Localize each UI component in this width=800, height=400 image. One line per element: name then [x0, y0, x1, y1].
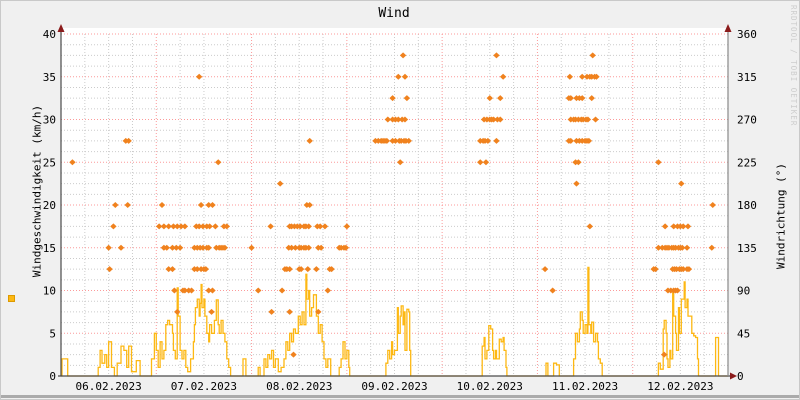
left-axis-ticks: 0 5 10 15 20 25 30 35 40 — [43, 28, 56, 383]
x-axis-labels: 06.02.2023 07.02.2023 08.02.2023 09.02.2023… — [76, 380, 714, 393]
svg-text:270: 270 — [737, 114, 757, 127]
svg-text:0: 0 — [49, 370, 56, 383]
svg-text:11.02.2023: 11.02.2023 — [552, 380, 618, 393]
wind-chart-canvas: 0510152025303540045901351802252703153600… — [43, 24, 757, 393]
svg-text:30: 30 — [43, 114, 56, 127]
svg-text:180: 180 — [737, 199, 757, 212]
svg-text:20: 20 — [43, 199, 56, 212]
svg-text:25: 25 — [43, 156, 56, 169]
svg-text:0: 0 — [737, 370, 744, 383]
chart-title: Wind — [378, 6, 410, 21]
window-bottom-edge — [1, 395, 799, 398]
svg-text:09.02.2023: 09.02.2023 — [361, 380, 427, 393]
svg-text:90: 90 — [737, 285, 750, 298]
svg-text:07.02.2023: 07.02.2023 — [171, 380, 237, 393]
svg-text:10: 10 — [43, 285, 56, 298]
svg-text:135: 135 — [737, 242, 757, 255]
left-axis-label: Windgeschwindigkeit (km/h) — [30, 104, 44, 278]
svg-text:12.02.2023: 12.02.2023 — [647, 380, 713, 393]
svg-text:225: 225 — [737, 156, 757, 169]
svg-text:15: 15 — [43, 242, 56, 255]
svg-text:40: 40 — [43, 28, 56, 41]
svg-text:08.02.2023: 08.02.2023 — [266, 380, 332, 393]
right-axis-label: Windrichtung (°) — [774, 163, 788, 269]
rrdtool-wind-graph: 0 5 10 15 20 25 30 35 40 0 45 90 135 180 225 270 315 360 0… — [0, 0, 800, 400]
svg-text:45: 45 — [737, 327, 750, 340]
right-axis-ticks: 0 45 90 135 180 225 270 315 360 — [737, 28, 757, 383]
svg-text:35: 35 — [43, 71, 56, 84]
svg-text:06.02.2023: 06.02.2023 — [76, 380, 142, 393]
svg-text:5: 5 — [49, 327, 56, 340]
svg-text:360: 360 — [737, 28, 757, 41]
wind-speed-legend-marker — [8, 295, 15, 302]
svg-text:315: 315 — [737, 71, 757, 84]
rrdtool-watermark: RRDTOOL / TOBI OETIKER — [789, 5, 798, 127]
svg-text:10.02.2023: 10.02.2023 — [457, 380, 523, 393]
